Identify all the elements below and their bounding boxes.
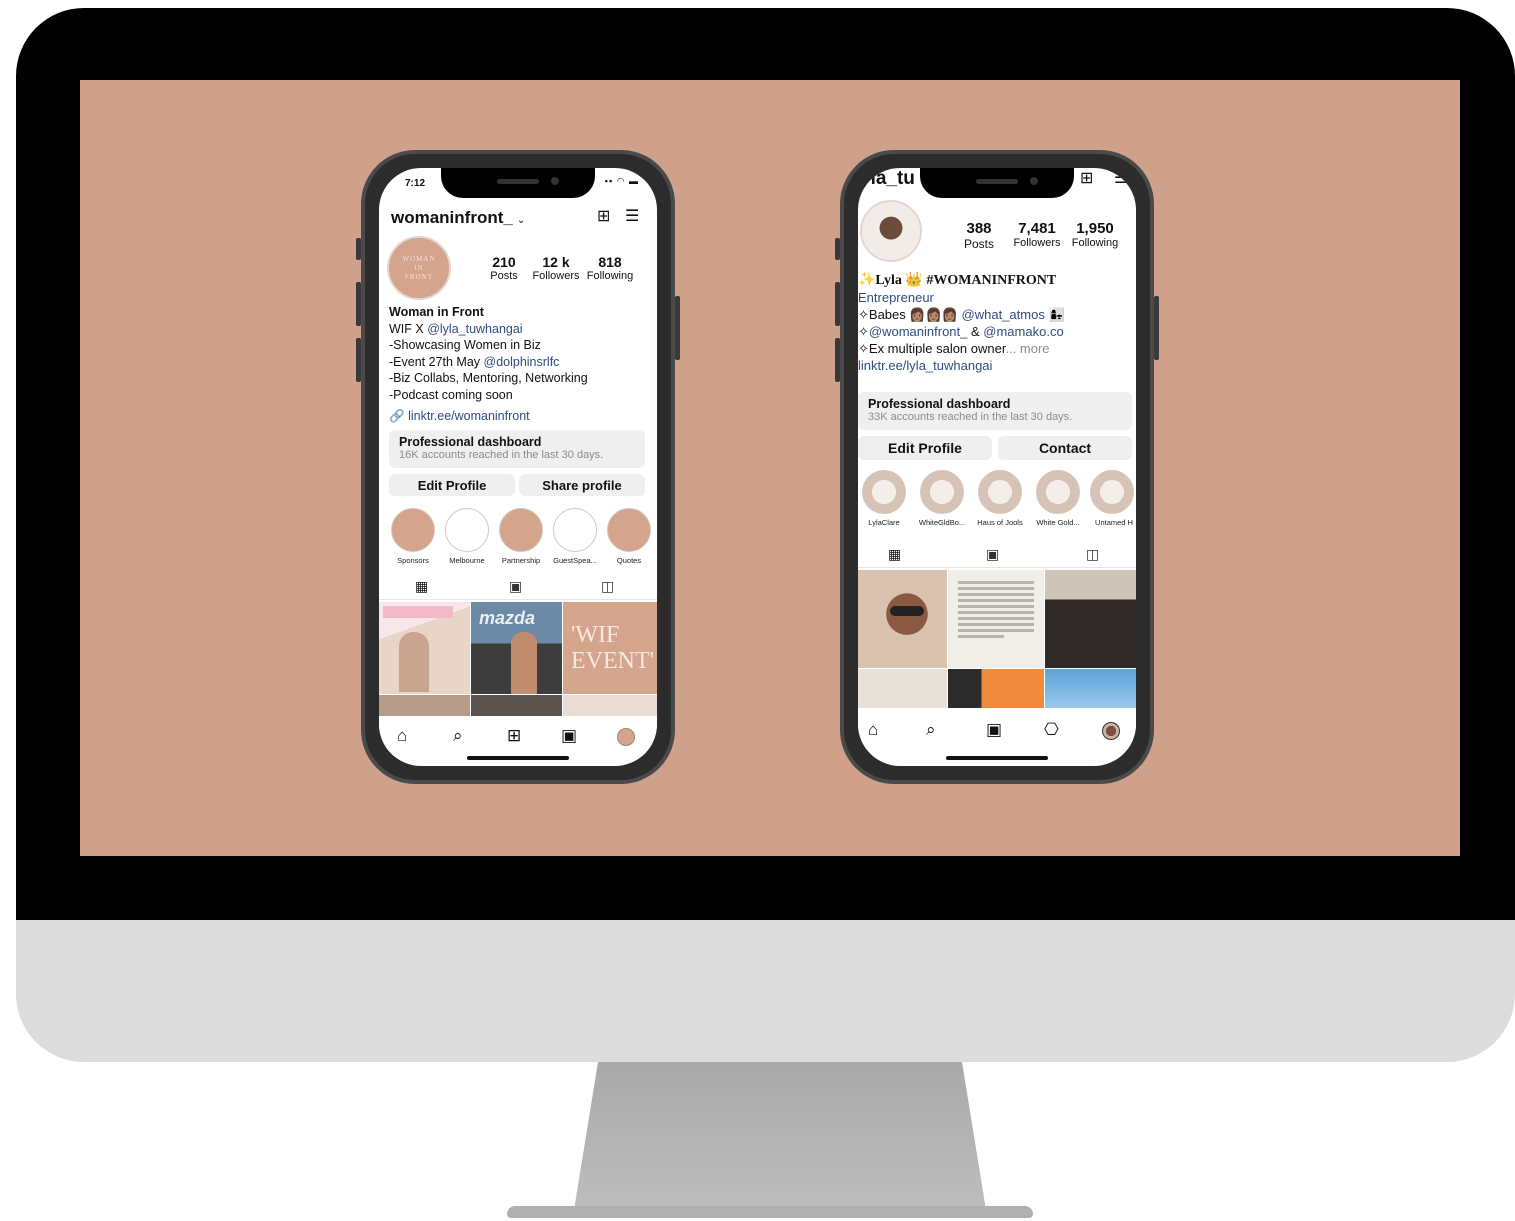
tagged-icon[interactable]: ◫ <box>601 578 614 595</box>
post-thumbnail[interactable]: mazda <box>471 602 562 694</box>
bio-mention-link[interactable]: @what_atmos <box>962 307 1045 322</box>
reels-icon[interactable]: ▣ <box>986 546 999 563</box>
reels-icon[interactable]: ▣ <box>986 720 1002 740</box>
story-highlight[interactable]: WhiteGldBo... <box>916 470 968 527</box>
post-thumbnail[interactable] <box>948 669 1044 708</box>
post-thumbnail[interactable] <box>471 695 562 718</box>
monitor-stand-foot <box>507 1206 1033 1218</box>
post-thumbnail[interactable] <box>1045 669 1136 708</box>
story-highlight[interactable]: White Gold... <box>1032 470 1084 527</box>
post-thumbnail[interactable] <box>563 695 657 718</box>
profile-bio: ✨Lyla 👑 #WOMANINFRONT Entrepreneur ✧Babe… <box>858 272 1136 374</box>
home-icon[interactable]: ⌂ <box>397 726 407 746</box>
post-grid <box>858 570 1136 708</box>
home-indicator <box>467 756 569 760</box>
bio-mention-link[interactable]: @womaninfront_ <box>869 324 967 339</box>
bio-name: ✨Lyla 👑 #WOMANINFRONT <box>858 273 1057 288</box>
story-highlight[interactable]: Sponsors <box>387 508 439 565</box>
home-icon[interactable]: ⌂ <box>868 720 878 740</box>
instagram-profile-screen: 7:12 ▪▪ ◠ ▬ womaninfront_ ⌄ ⊞ ☰ WOMAN IN FR… <box>379 168 657 766</box>
notch <box>441 168 595 198</box>
profile-username[interactable]: yla_tu <box>860 168 915 190</box>
story-highlight[interactable]: Quotes <box>603 508 655 565</box>
menu-icon[interactable]: ☰ <box>1114 170 1128 188</box>
avatar[interactable]: WOMAN IN FRONT <box>387 236 451 300</box>
avatar-text: IN <box>414 263 424 272</box>
search-icon[interactable]: ⌕ <box>926 720 936 740</box>
phone-right: yla_tu ⊞ ☰ 388 Posts 7,481 Followers 1,950… <box>835 150 1159 784</box>
edit-profile-button[interactable]: Edit Profile <box>858 436 992 460</box>
link-icon: 🔗 <box>389 409 405 423</box>
stat-following[interactable]: 818 Following <box>583 254 637 282</box>
post-grid: mazda 'WIF EVENT' <box>379 602 657 718</box>
notch <box>920 168 1074 198</box>
avatar-text: FRONT <box>405 272 433 281</box>
contact-button[interactable]: Contact <box>998 436 1132 460</box>
professional-dashboard[interactable]: Professional dashboard 16K accounts reac… <box>389 430 645 468</box>
monitor-stand-neck <box>574 1062 986 1210</box>
status-time: 7:12 <box>405 178 426 189</box>
profile-tabs: ▦ ▣ ◫ <box>379 576 657 600</box>
stat-posts[interactable]: 210 Posts <box>479 254 529 282</box>
bio-mention-link[interactable]: @lyla_tuwhangai <box>427 322 522 336</box>
monitor-screen <box>80 80 1460 856</box>
monitor-chin <box>16 920 1515 1062</box>
post-thumbnail[interactable] <box>948 570 1044 668</box>
story-highlight[interactable]: Melbourne <box>441 508 493 565</box>
story-highlight[interactable]: Partnership <box>495 508 547 565</box>
professional-dashboard[interactable]: Professional dashboard 33K accounts reac… <box>858 392 1132 430</box>
profile-avatar-icon[interactable] <box>1102 722 1120 740</box>
more-link[interactable]: ... more <box>1005 341 1049 356</box>
avatar-text: WOMAN <box>402 254 436 263</box>
instagram-profile-screen: yla_tu ⊞ ☰ 388 Posts 7,481 Followers 1,950… <box>858 168 1136 766</box>
stat-followers[interactable]: 7,481 Followers <box>1008 220 1066 249</box>
story-highlight[interactable]: GuestSpea... <box>549 508 601 565</box>
create-icon[interactable]: ⊞ <box>507 726 521 746</box>
menu-icon[interactable]: ☰ <box>625 208 639 226</box>
stat-following[interactable]: 1,950 Following <box>1066 220 1124 249</box>
stat-followers[interactable]: 12 k Followers <box>529 254 583 282</box>
post-thumbnail[interactable] <box>379 602 470 694</box>
bottom-nav: ⌂ ⌕ ▣ ⎔ <box>858 710 1136 750</box>
profile-avatar-icon[interactable] <box>617 728 635 746</box>
new-post-icon[interactable]: ⊞ <box>597 208 610 226</box>
edit-profile-button[interactable]: Edit Profile <box>389 474 515 496</box>
grid-icon[interactable]: ▦ <box>888 546 901 563</box>
story-highlight[interactable]: Untamed H <box>1088 470 1136 527</box>
new-post-icon[interactable]: ⊞ <box>1080 170 1093 188</box>
share-profile-button[interactable]: Share profile <box>519 474 645 496</box>
post-thumbnail[interactable] <box>858 669 947 708</box>
post-thumbnail[interactable] <box>1045 570 1136 668</box>
post-thumbnail[interactable]: 'WIF EVENT' <box>563 602 657 694</box>
profile-bio: Woman in Front WIF X @lyla_tuwhangai -Sh… <box>389 304 651 425</box>
post-thumbnail[interactable] <box>858 570 947 668</box>
chevron-down-icon: ⌄ <box>516 215 526 226</box>
reels-icon[interactable]: ▣ <box>509 578 522 595</box>
tagged-icon[interactable]: ◫ <box>1086 546 1099 563</box>
phone-left: 7:12 ▪▪ ◠ ▬ womaninfront_ ⌄ ⊞ ☰ WOMAN IN FR… <box>356 150 680 784</box>
bio-mention-link[interactable]: @dolphinsrlfc <box>484 355 560 369</box>
story-highlight[interactable]: Haus of Jools <box>974 470 1026 527</box>
home-indicator <box>946 756 1048 760</box>
bio-mention-link[interactable]: @mamako.co <box>983 324 1063 339</box>
stat-posts[interactable]: 388 Posts <box>954 220 1004 251</box>
bio-category: Entrepreneur <box>858 290 934 305</box>
avatar[interactable] <box>860 200 922 262</box>
shop-icon[interactable]: ⎔ <box>1044 720 1059 740</box>
search-icon[interactable]: ⌕ <box>453 726 463 746</box>
website-link[interactable]: linktr.ee/lyla_tuwhangai <box>858 357 1136 374</box>
story-highlight[interactable]: LylaClare <box>858 470 910 527</box>
grid-icon[interactable]: ▦ <box>415 578 428 595</box>
bottom-nav: ⌂ ⌕ ⊞ ▣ <box>379 716 657 756</box>
profile-tabs: ▦ ▣ ◫ <box>858 544 1136 568</box>
status-icons: ▪▪ ◠ ▬ <box>604 176 639 186</box>
profile-username[interactable]: womaninfront_ ⌄ <box>391 208 525 228</box>
post-thumbnail[interactable] <box>379 695 470 718</box>
reels-icon[interactable]: ▣ <box>561 726 577 746</box>
website-link[interactable]: 🔗 linktr.ee/womaninfront <box>389 408 651 425</box>
bio-name: Woman in Front <box>389 305 484 319</box>
